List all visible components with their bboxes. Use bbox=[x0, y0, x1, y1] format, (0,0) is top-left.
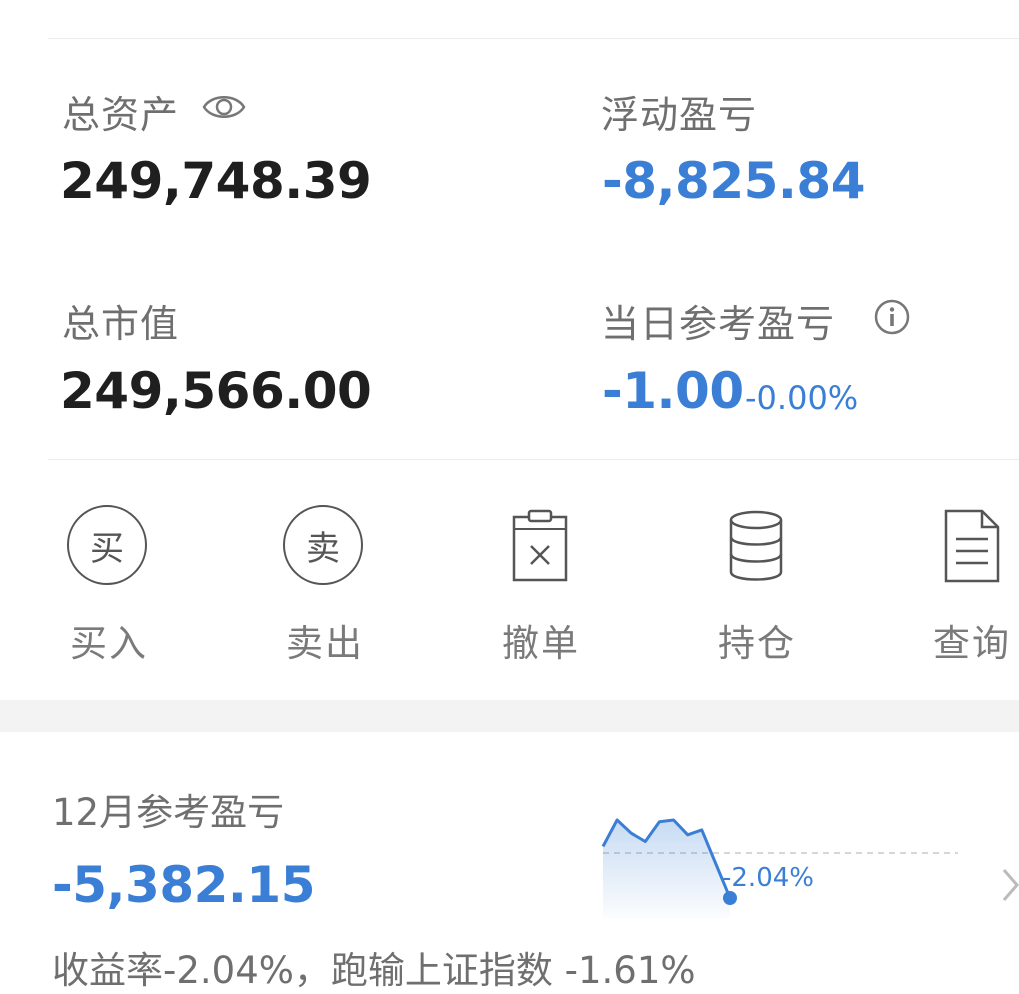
sparkline-area bbox=[603, 820, 730, 918]
buy-circle-icon[interactable]: 买 bbox=[67, 505, 147, 585]
total-assets-label: 总资产 bbox=[62, 93, 180, 137]
monthly-sparkline: -2.04% bbox=[601, 818, 958, 918]
daily-pl-label: 当日参考盈亏 bbox=[601, 302, 836, 346]
daily-pl-percent: -0.00% bbox=[745, 379, 859, 417]
daily-pl-value: -1.00 bbox=[602, 362, 744, 420]
market-value-label: 总市值 bbox=[62, 302, 180, 346]
sell-circle-icon[interactable]: 卖 bbox=[283, 505, 363, 585]
top-divider bbox=[48, 38, 1019, 39]
action-query-label[interactable]: 查询 bbox=[933, 613, 1011, 667]
total-assets-value: 249,748.39 bbox=[60, 152, 372, 210]
floating-pl-label: 浮动盈亏 bbox=[601, 93, 758, 137]
action-sell-label[interactable]: 卖出 bbox=[286, 613, 364, 667]
monthly-pl-value: -5,382.15 bbox=[52, 856, 315, 914]
section-separator bbox=[0, 700, 1019, 732]
floating-pl-value: -8,825.84 bbox=[602, 152, 865, 210]
action-buy-label[interactable]: 买入 bbox=[70, 613, 148, 667]
market-value-value: 249,566.00 bbox=[60, 362, 372, 420]
query-document-icon[interactable] bbox=[944, 509, 1000, 587]
eye-icon[interactable] bbox=[202, 90, 246, 128]
section-divider bbox=[48, 459, 1019, 460]
action-holdings-label[interactable]: 持仓 bbox=[718, 613, 796, 667]
info-icon[interactable] bbox=[873, 298, 911, 340]
holdings-database-icon[interactable] bbox=[728, 510, 784, 586]
cancel-order-clipboard-icon[interactable] bbox=[512, 509, 568, 587]
monthly-pl-label: 12月参考盈亏 bbox=[52, 791, 285, 834]
sparkline-end-point bbox=[723, 891, 737, 905]
chevron-right-icon[interactable] bbox=[1000, 866, 1019, 908]
monthly-return-text: 收益率-2.04%，跑输上证指数 -1.61% bbox=[52, 949, 696, 992]
action-cancel-order-label[interactable]: 撤单 bbox=[502, 613, 580, 667]
sparkline-label: -2.04% bbox=[722, 863, 814, 893]
